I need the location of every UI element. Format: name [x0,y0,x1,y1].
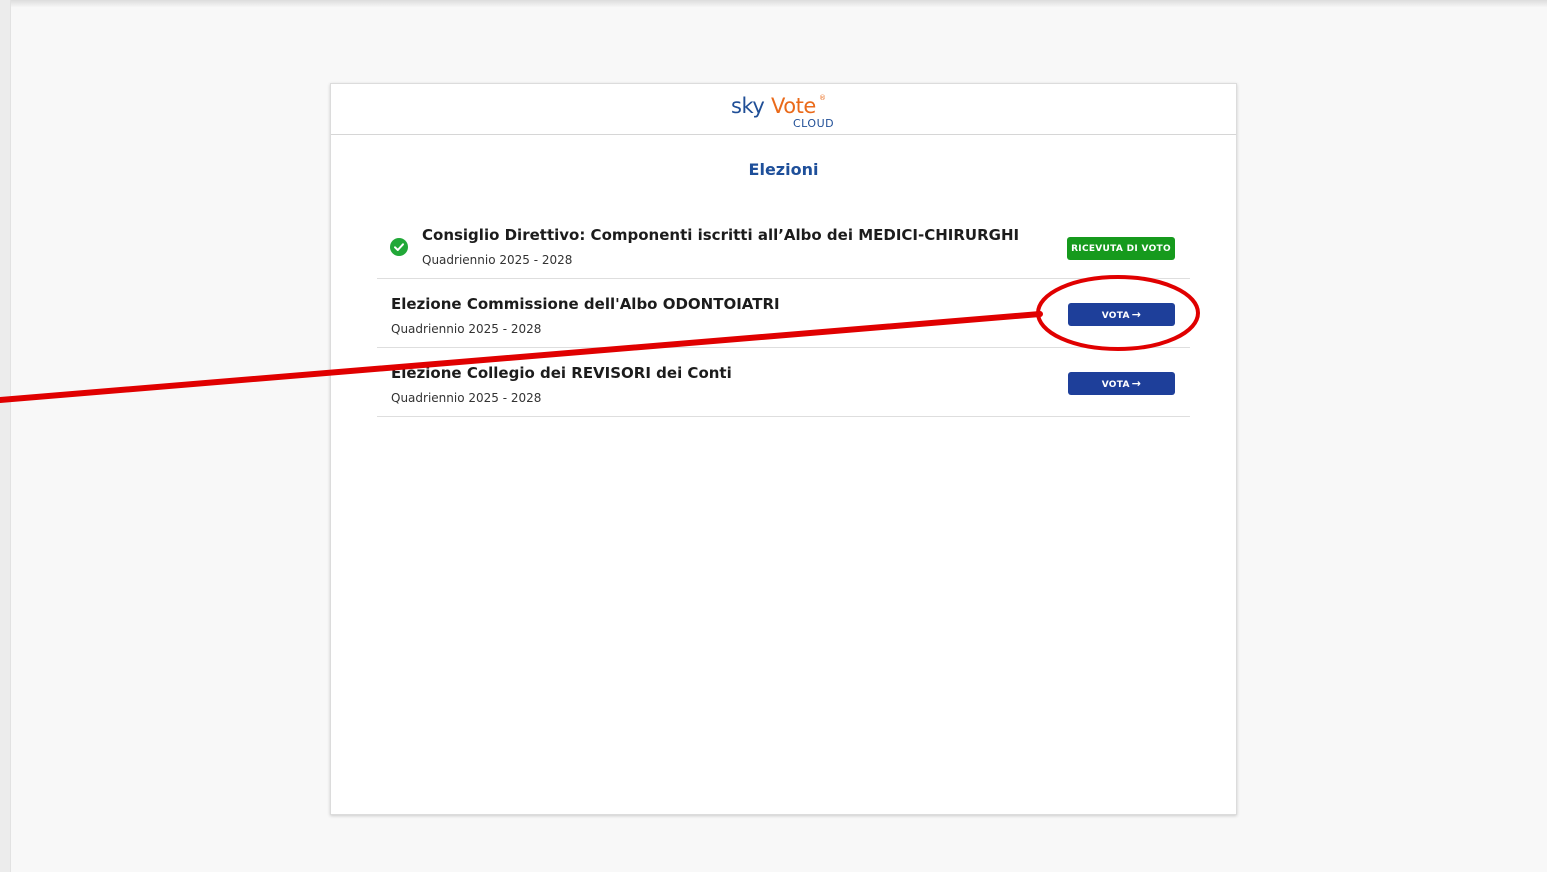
logo-sky-text: sky [731,94,765,118]
vote-button-label: VOTA [1101,380,1130,390]
election-name: Elezione Collegio dei REVISORI dei Conti [391,364,732,382]
election-row: Elezione Commissione dell'Albo ODONTOIAT… [377,279,1190,348]
election-row: Consiglio Direttivo: Componenti iscritti… [377,210,1190,279]
vote-button-label: VOTA [1101,311,1130,321]
election-list: Consiglio Direttivo: Componenti iscritti… [377,210,1190,417]
top-shadow [0,0,1547,7]
elections-card: sky Vote ® CLOUD Elezioni Consiglio Dire… [330,83,1237,815]
vote-receipt-label: RICEVUTA DI VOTO [1071,243,1171,254]
election-period: Quadriennio 2025 - 2028 [391,391,542,405]
logo-cloud-text: CLOUD [793,117,835,130]
election-period: Quadriennio 2025 - 2028 [422,253,573,267]
left-edge-bar [0,0,11,872]
page-title: Elezioni [748,160,819,179]
election-period: Quadriennio 2025 - 2028 [391,322,542,336]
election-name: Consiglio Direttivo: Componenti iscritti… [422,226,1020,244]
card-header: sky Vote ® CLOUD [331,84,1236,135]
arrow-right-icon: → [1131,377,1142,390]
logo-vote-text: Vote [771,94,816,118]
election-row: Elezione Collegio dei REVISORI dei Conti… [377,348,1190,417]
vote-button[interactable]: VOTA → [1068,372,1175,395]
vote-receipt-button[interactable]: RICEVUTA DI VOTO [1067,237,1175,260]
check-circle-icon [390,238,408,256]
arrow-right-icon: → [1131,308,1142,321]
logo-registered-mark: ® [819,94,826,102]
skyvote-logo: sky Vote ® CLOUD [731,90,841,130]
vote-button[interactable]: VOTA → [1068,303,1175,326]
election-name: Elezione Commissione dell'Albo ODONTOIAT… [391,295,780,313]
